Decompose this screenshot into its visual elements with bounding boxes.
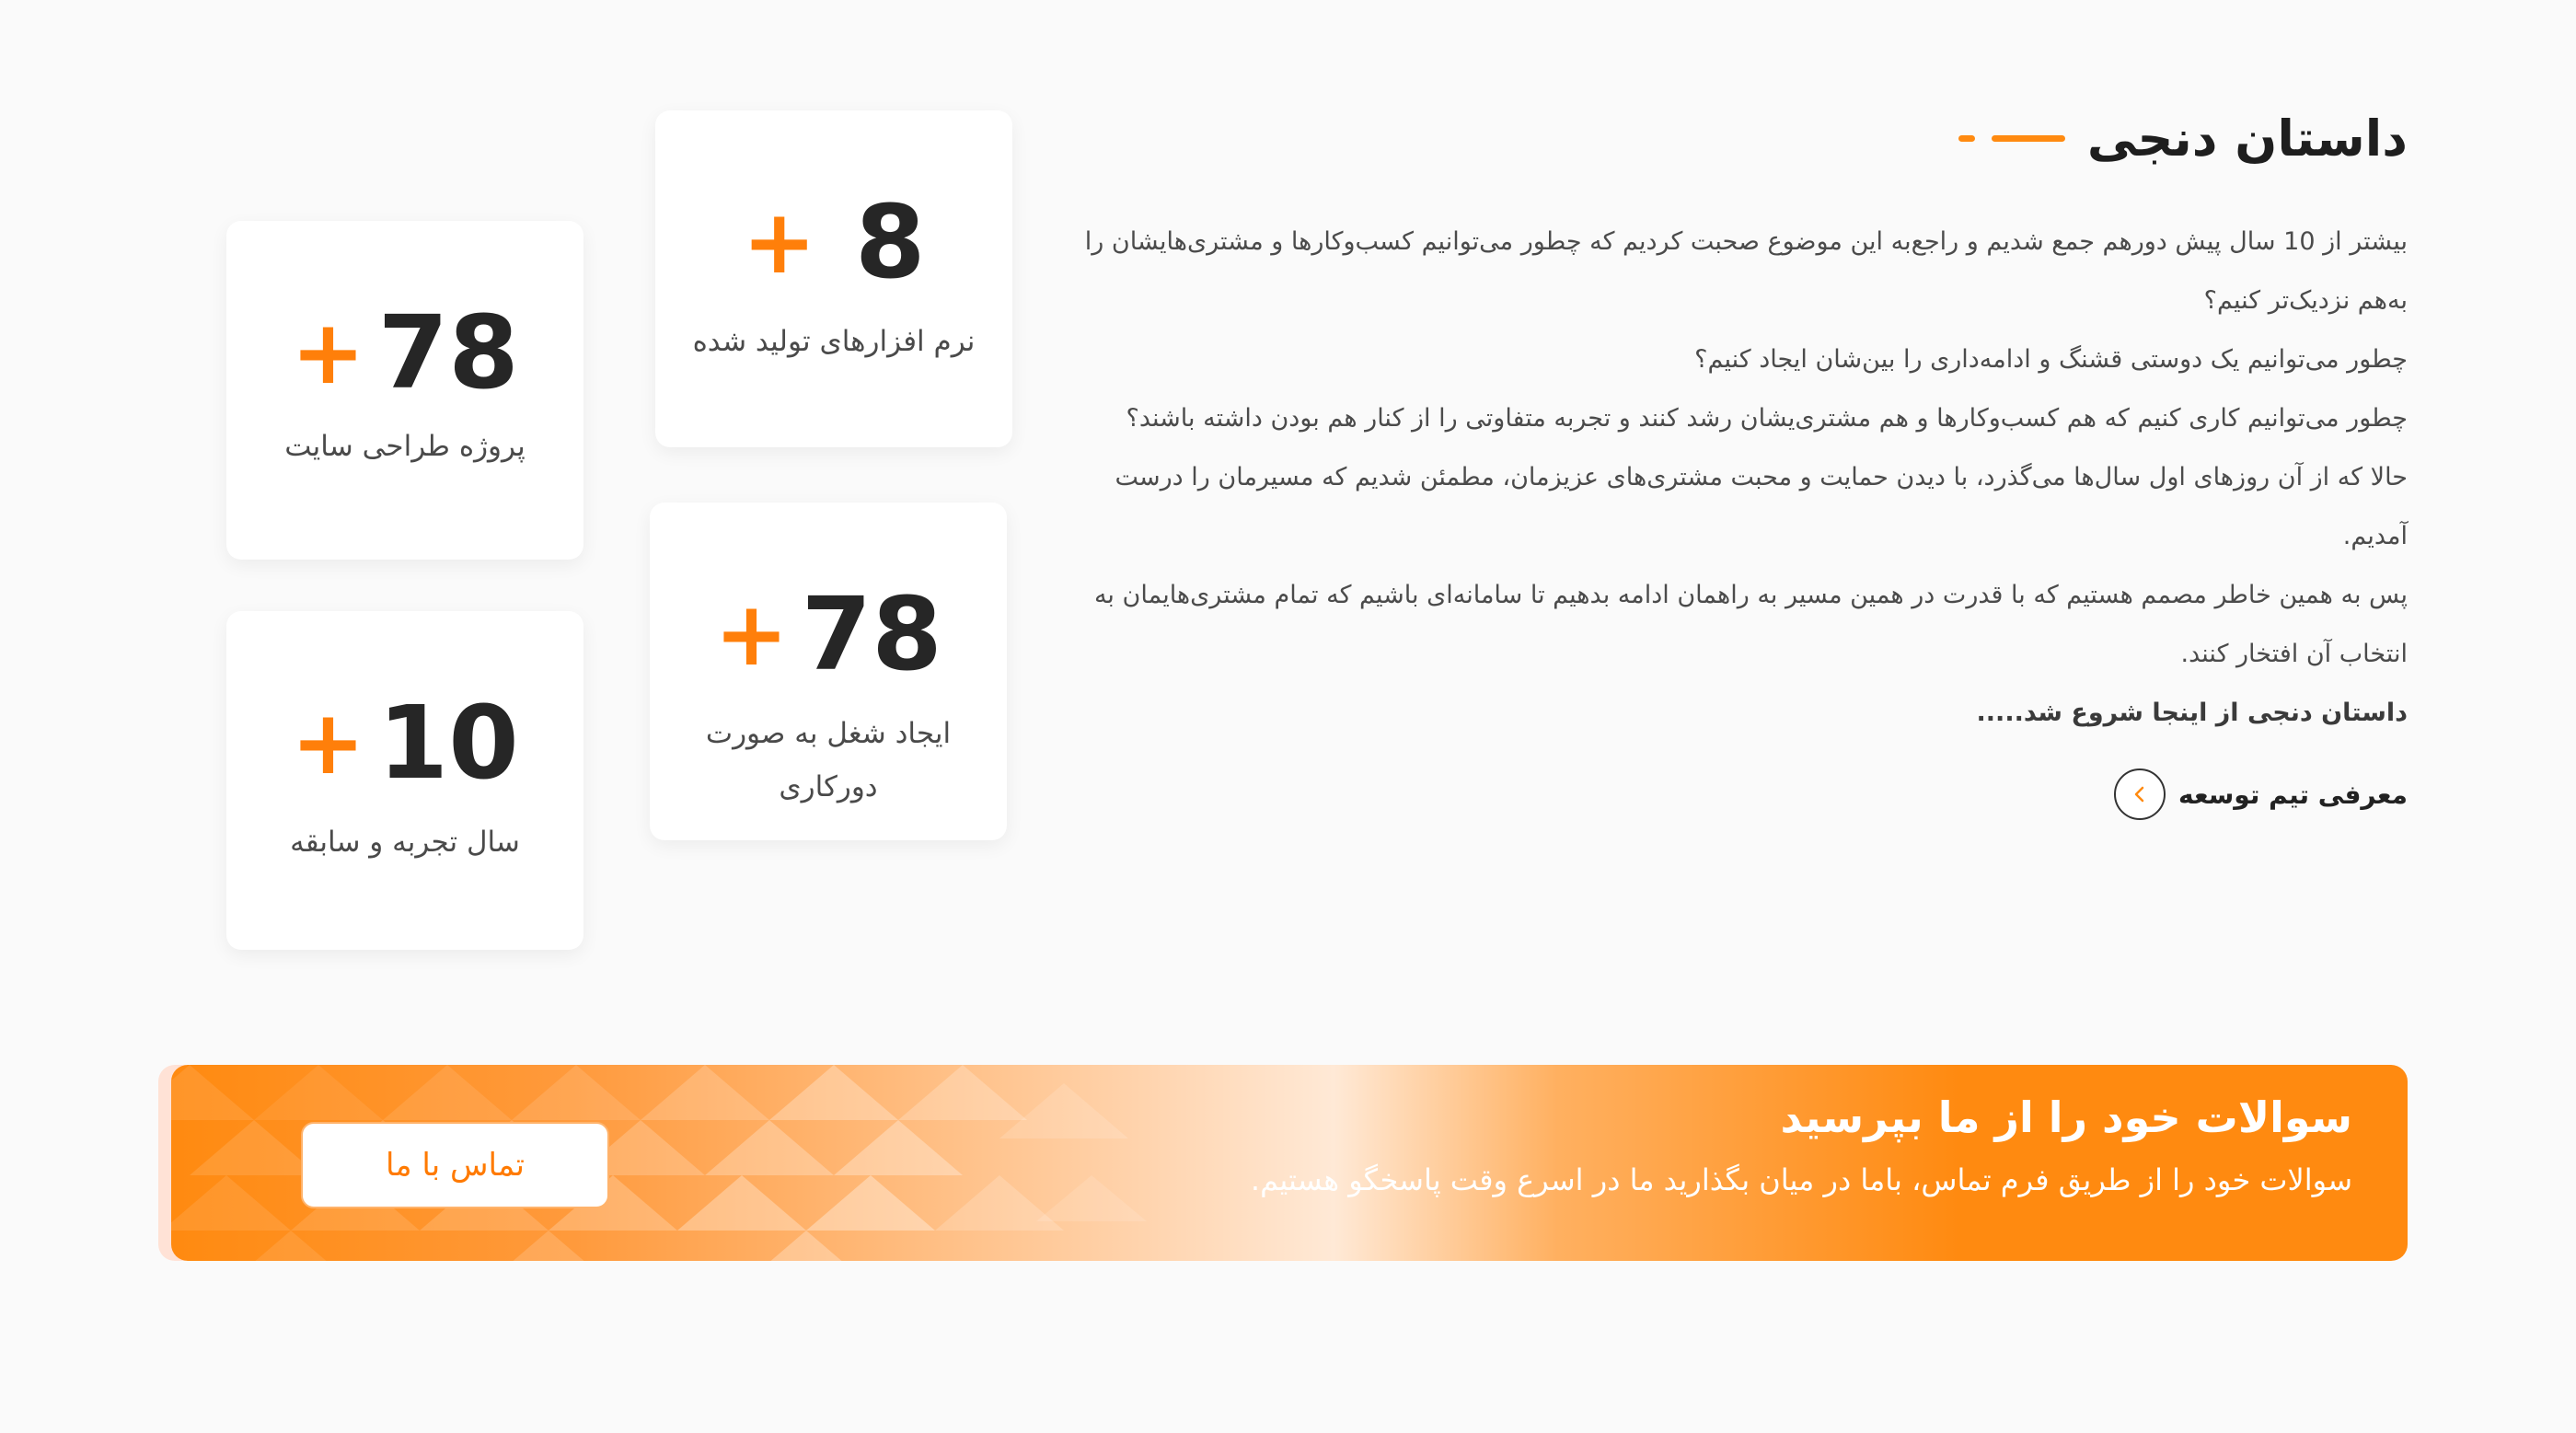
chevron-left-icon[interactable]	[2113, 769, 2166, 820]
story-body: بیشتر از 10 سال پیش دورهم جمع شدیم و راج…	[1082, 213, 2408, 743]
banner-subtitle: سوالات خود را از طریق فرم تماس، باما در …	[1250, 1162, 2352, 1197]
story-paragraph: حالا که از آن روزهای اول سال‌ها می‌گذرد،…	[1115, 463, 2408, 550]
contact-banner: سوالات خود را از ما بپرسید سوالات خود را…	[171, 1065, 2408, 1261]
story-paragraph: بیشتر از 10 سال پیش دورهم جمع شدیم و راج…	[1084, 227, 2408, 315]
stat-card-experience: + 10 سال تجربه و سابقه	[226, 611, 583, 950]
banner-title: سوالات خود را از ما بپرسید	[1780, 1092, 2353, 1142]
stat-value: 8	[854, 183, 926, 301]
accent-line-decoration	[1958, 134, 2065, 142]
stat-number: + 78	[226, 302, 583, 403]
plus-icon: +	[742, 191, 816, 294]
stat-card-sites: + 78 پروژه طراحی سایت	[226, 221, 583, 560]
stat-card-software: + 8 نرم افزارهای تولید شده	[655, 110, 1012, 447]
stat-number: + 78	[650, 584, 1007, 685]
plus-icon: +	[291, 691, 365, 794]
stat-value: 78	[377, 294, 519, 411]
stat-label: پروژه طراحی سایت	[284, 430, 526, 463]
stat-label: سال تجربه و سابقه	[290, 826, 520, 859]
banner-text: سوالات خود را از ما بپرسید سوالات خود را…	[1251, 1092, 2352, 1197]
stat-value: 78	[801, 575, 942, 693]
plus-icon: +	[291, 301, 365, 404]
story-paragraph: پس به همین خاطر مصمم هستیم که با قدرت در…	[1093, 581, 2408, 668]
stat-number: + 8	[655, 191, 1012, 293]
plus-icon: +	[714, 583, 789, 686]
team-intro-link[interactable]: معرفی تیم توسعه	[1082, 769, 2408, 820]
story-title: داستان دنجی	[2086, 109, 2408, 168]
stat-card-remote-jobs: + 78 ایجاد شغل به صورت دورکاری	[650, 503, 1007, 840]
contact-us-button[interactable]: تماس با ما	[301, 1122, 609, 1208]
story-section: داستان دنجی بیشتر از 10 سال پیش دورهم جم…	[1082, 97, 2408, 820]
stat-label: نرم افزارهای تولید شده	[692, 325, 976, 358]
stat-value: 10	[377, 684, 519, 802]
story-header: داستان دنجی	[1082, 97, 2408, 179]
story-paragraph: چطور می‌توانیم یک دوستی قشنگ و ادامه‌دار…	[1694, 345, 2408, 374]
story-closing: داستان دنجی از اینجا شروع شد.....	[1976, 699, 2408, 727]
stat-number: + 10	[226, 692, 583, 793]
story-paragraph: چطور می‌توانیم کاری کنیم که هم کسب‌وکاره…	[1126, 404, 2408, 433]
team-intro-label: معرفی تیم توسعه	[2177, 779, 2408, 810]
stat-label: ایجاد شغل به صورت دورکاری	[705, 717, 952, 803]
